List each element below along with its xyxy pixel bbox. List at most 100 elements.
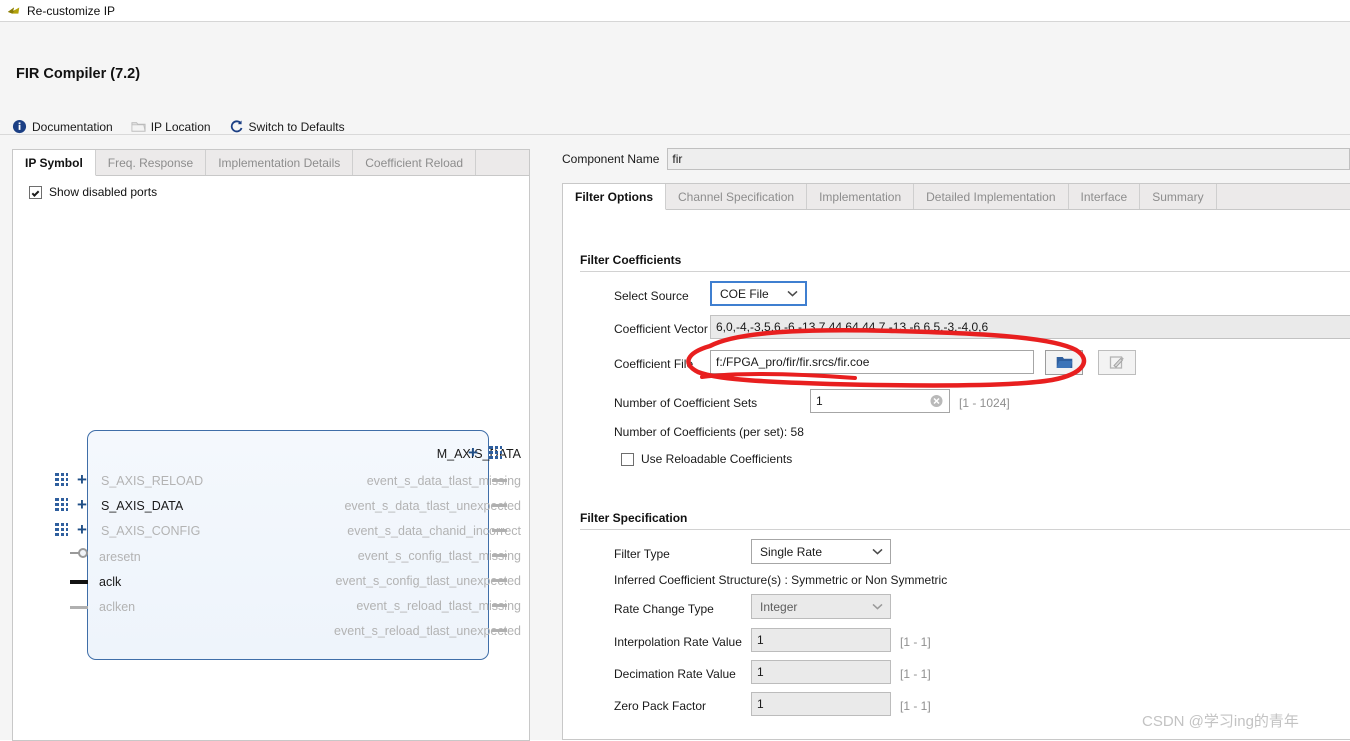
filter-specification-rule <box>580 529 1350 530</box>
rate-change-type-value: Integer <box>760 599 798 614</box>
tab-filter-options-label: Filter Options <box>575 189 653 204</box>
tab-freq-response[interactable]: Freq. Response <box>96 150 207 175</box>
tab-implementation[interactable]: Implementation <box>807 184 915 209</box>
decimation-rate-value: 1 <box>757 665 764 679</box>
show-disabled-ports-label: Show disabled ports <box>49 185 158 199</box>
left-tabstrip: IP Symbol Freq. Response Implementation … <box>13 150 529 176</box>
filter-coefficients-rule <box>580 271 1350 272</box>
coefficient-file-field[interactable]: f:/FPGA_pro/fir/fir.srcs/fir.coe <box>710 350 1034 374</box>
number-of-sets-label: Number of Coefficient Sets <box>614 396 758 410</box>
csdn-watermark: CSDN @学习ing的青年 <box>1142 713 1299 730</box>
zero-pack-factor-value: 1 <box>757 697 764 711</box>
zero-pack-factor-label: Zero Pack Factor <box>614 699 707 713</box>
show-disabled-ports-row[interactable]: Show disabled ports <box>13 176 529 199</box>
port-m-axis-data-expander[interactable]: + <box>468 444 478 461</box>
ip-symbol-diagram: M_AXIS_DATA + S_AXIS_RELOAD + S_AXIS_DAT… <box>13 430 531 680</box>
decimation-rate-label: Decimation Rate Value <box>614 667 736 681</box>
use-reloadable-coefficients-checkbox[interactable] <box>621 452 634 466</box>
tab-coefficient-reload-label: Coefficient Reload <box>365 155 464 170</box>
tab-ip-symbol[interactable]: IP Symbol <box>13 150 96 176</box>
output-pin-icon <box>492 604 507 607</box>
info-icon <box>12 119 27 134</box>
options-tabbox: Filter Options Channel Specification Imp… <box>562 183 1350 740</box>
port-s-axis-reload-label: S_AXIS_RELOAD <box>101 474 204 488</box>
select-source-combo[interactable]: COE File <box>710 281 807 306</box>
port-aresetn[interactable]: aresetn <box>99 551 141 564</box>
port-s-axis-config-expander[interactable]: + <box>77 521 87 538</box>
window-title: Re-customize IP <box>27 3 116 18</box>
rate-change-type-label: Rate Change Type <box>614 602 714 616</box>
port-aclk[interactable]: aclk <box>99 576 121 589</box>
ip-location-link[interactable]: IP Location <box>131 119 211 134</box>
dialog-header: FIR Compiler (7.2) Documentation IP Loca… <box>0 22 1350 135</box>
edit-pencil-icon <box>1109 356 1124 369</box>
tab-interface-label: Interface <box>1080 189 1128 204</box>
clear-circle-icon[interactable] <box>930 395 943 408</box>
page-title: FIR Compiler (7.2) <box>16 66 141 82</box>
number-of-sets-field[interactable]: 1 <box>810 389 950 413</box>
port-s-axis-data[interactable]: S_AXIS_DATA <box>101 500 183 513</box>
clock-pin-icon <box>70 580 88 584</box>
folder-open-icon <box>1056 357 1072 368</box>
rate-change-type-combo[interactable]: Integer <box>751 594 891 619</box>
port-aclk-label: aclk <box>99 575 122 589</box>
filter-coefficients-group-title: Filter Coefficients <box>580 253 682 267</box>
tab-coefficient-reload[interactable]: Coefficient Reload <box>353 150 477 175</box>
ip-location-label: IP Location <box>150 119 211 134</box>
show-disabled-ports-checkbox[interactable] <box>29 185 42 199</box>
interpolation-rate-field[interactable]: 1 <box>751 628 891 652</box>
select-source-value: COE File <box>720 286 769 301</box>
switch-to-defaults-link[interactable]: Switch to Defaults <box>229 119 345 134</box>
port-s-axis-reload[interactable]: S_AXIS_RELOAD <box>101 475 203 488</box>
plain-pin-icon <box>70 606 88 609</box>
output-pin-icon <box>492 554 507 557</box>
component-name-value: fir <box>672 152 683 166</box>
tab-detailed-implementation[interactable]: Detailed Implementation <box>914 184 1069 209</box>
coefficient-file-browse-button[interactable] <box>1045 350 1083 375</box>
coefficient-vector-field[interactable]: 6,0,-4,-3,5,6,-6,-13,7,44,64,44,7,-13,-6… <box>710 315 1350 339</box>
port-s-axis-data-label: S_AXIS_DATA <box>101 499 184 513</box>
use-reloadable-coefficients-row[interactable]: Use Reloadable Coefficients <box>621 452 792 466</box>
bus-connector-icon <box>55 523 68 536</box>
tab-implementation-details-label: Implementation Details <box>218 155 341 170</box>
chevron-down-icon <box>872 603 883 610</box>
inferred-structure-text: Inferred Coefficient Structure(s) : Symm… <box>614 573 948 587</box>
chevron-down-icon <box>787 290 798 297</box>
component-name-row: Component Name fir <box>562 148 1350 170</box>
output-pin-icon <box>492 579 507 582</box>
port-aresetn-label: aresetn <box>99 550 141 564</box>
number-of-sets-value: 1 <box>816 394 823 408</box>
ip-symbol-panel: IP Symbol Freq. Response Implementation … <box>12 149 530 741</box>
zero-pack-factor-field[interactable]: 1 <box>751 692 891 716</box>
tab-summary[interactable]: Summary <box>1140 184 1217 209</box>
tab-filter-options[interactable]: Filter Options <box>563 184 666 210</box>
coefficient-vector-value: 6,0,-4,-3,5,6,-6,-13,7,44,64,44,7,-13,-6… <box>716 320 989 334</box>
port-m-axis-data-label: M_AXIS_DATA <box>436 447 521 461</box>
right-tabstrip: Filter Options Channel Specification Imp… <box>563 184 1350 210</box>
output-pin-icon <box>492 629 507 632</box>
port-s-axis-config[interactable]: S_AXIS_CONFIG <box>101 525 200 538</box>
bus-connector-icon <box>489 446 502 459</box>
documentation-link[interactable]: Documentation <box>12 119 113 134</box>
coefficient-file-value: f:/FPGA_pro/fir/fir.srcs/fir.coe <box>716 355 870 369</box>
interpolation-rate-range: [1 - 1] <box>900 635 931 649</box>
port-s-axis-reload-expander[interactable]: + <box>77 471 87 488</box>
port-s-axis-data-expander[interactable]: + <box>77 496 87 513</box>
port-m-axis-data[interactable]: M_AXIS_DATA <box>437 448 521 461</box>
filter-type-combo[interactable]: Single Rate <box>751 539 891 564</box>
tab-interface[interactable]: Interface <box>1069 184 1141 209</box>
header-link-bar: Documentation IP Location Switch to Defa… <box>12 119 345 134</box>
zero-pack-factor-range: [1 - 1] <box>900 699 931 713</box>
port-aclken[interactable]: aclken <box>99 601 135 614</box>
decimation-rate-field[interactable]: 1 <box>751 660 891 684</box>
decimation-rate-range: [1 - 1] <box>900 667 931 681</box>
tab-channel-specification-label: Channel Specification <box>678 189 795 204</box>
refresh-icon <box>230 120 242 133</box>
tab-implementation-details[interactable]: Implementation Details <box>206 150 354 175</box>
tab-freq-response-label: Freq. Response <box>107 155 194 170</box>
interpolation-rate-value: 1 <box>757 633 764 647</box>
coefficient-file-edit-button[interactable] <box>1098 350 1136 375</box>
tab-channel-specification[interactable]: Channel Specification <box>666 184 808 209</box>
right-tabstrip-filler <box>1217 184 1350 209</box>
component-name-input[interactable]: fir <box>667 148 1350 170</box>
